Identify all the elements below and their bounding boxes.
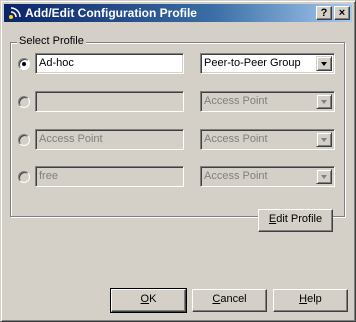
- cancel-label: ancel: [220, 293, 247, 305]
- select-profile-label: Select Profile: [17, 35, 86, 47]
- profile-name-field-4[interactable]: free: [35, 166, 184, 187]
- profile-radio-3[interactable]: [18, 134, 30, 146]
- profile-mode-select-2[interactable]: Access Point: [200, 91, 335, 112]
- profile-mode-value-1: Peer-to-Peer Group: [204, 57, 301, 69]
- ok-label: K: [149, 293, 157, 305]
- profile-mode-select-3[interactable]: Access Point: [200, 129, 335, 150]
- help-mnemonic: H: [299, 293, 308, 305]
- profile-mode-select-1[interactable]: Peer-to-Peer Group: [200, 53, 335, 74]
- window-title: Add/Edit Configuration Profile: [25, 6, 197, 20]
- ok-button[interactable]: OK: [110, 288, 187, 313]
- wireless-antenna-icon: [9, 7, 21, 19]
- profile-mode-value-2: Access Point: [204, 95, 268, 107]
- title-bar[interactable]: Add/Edit Configuration Profile ? ×: [4, 4, 352, 22]
- profile-mode-select-4[interactable]: Access Point: [200, 166, 335, 187]
- profile-mode-value-4: Access Point: [204, 170, 268, 182]
- help-label: elp: [307, 293, 322, 305]
- profile-radio-1[interactable]: [18, 58, 30, 70]
- profile-name-field-3[interactable]: Access Point: [35, 129, 184, 150]
- profile-mode-value-3: Access Point: [204, 133, 268, 145]
- edit-profile-button[interactable]: Edit Profile: [258, 209, 333, 232]
- profile-radio-2[interactable]: [18, 96, 30, 108]
- profile-radio-4[interactable]: [18, 171, 30, 183]
- chevron-down-icon[interactable]: [316, 94, 332, 109]
- chevron-down-icon[interactable]: [316, 169, 332, 184]
- edit-profile-label: dit Profile: [276, 213, 323, 225]
- profile-name-field-1[interactable]: Ad-hoc: [35, 53, 184, 74]
- cancel-button[interactable]: Cancel: [192, 289, 267, 312]
- radio-selected-dot: [22, 62, 26, 66]
- dialog-window: Add/Edit Configuration Profile ? × Selec…: [0, 0, 356, 322]
- close-title-button[interactable]: ×: [334, 6, 350, 20]
- chevron-down-icon[interactable]: [316, 56, 332, 71]
- help-button[interactable]: Help: [273, 289, 348, 312]
- help-title-button[interactable]: ?: [316, 6, 332, 20]
- chevron-down-icon[interactable]: [316, 132, 332, 147]
- ok-mnemonic: O: [140, 293, 150, 305]
- profile-name-field-2[interactable]: [35, 91, 184, 112]
